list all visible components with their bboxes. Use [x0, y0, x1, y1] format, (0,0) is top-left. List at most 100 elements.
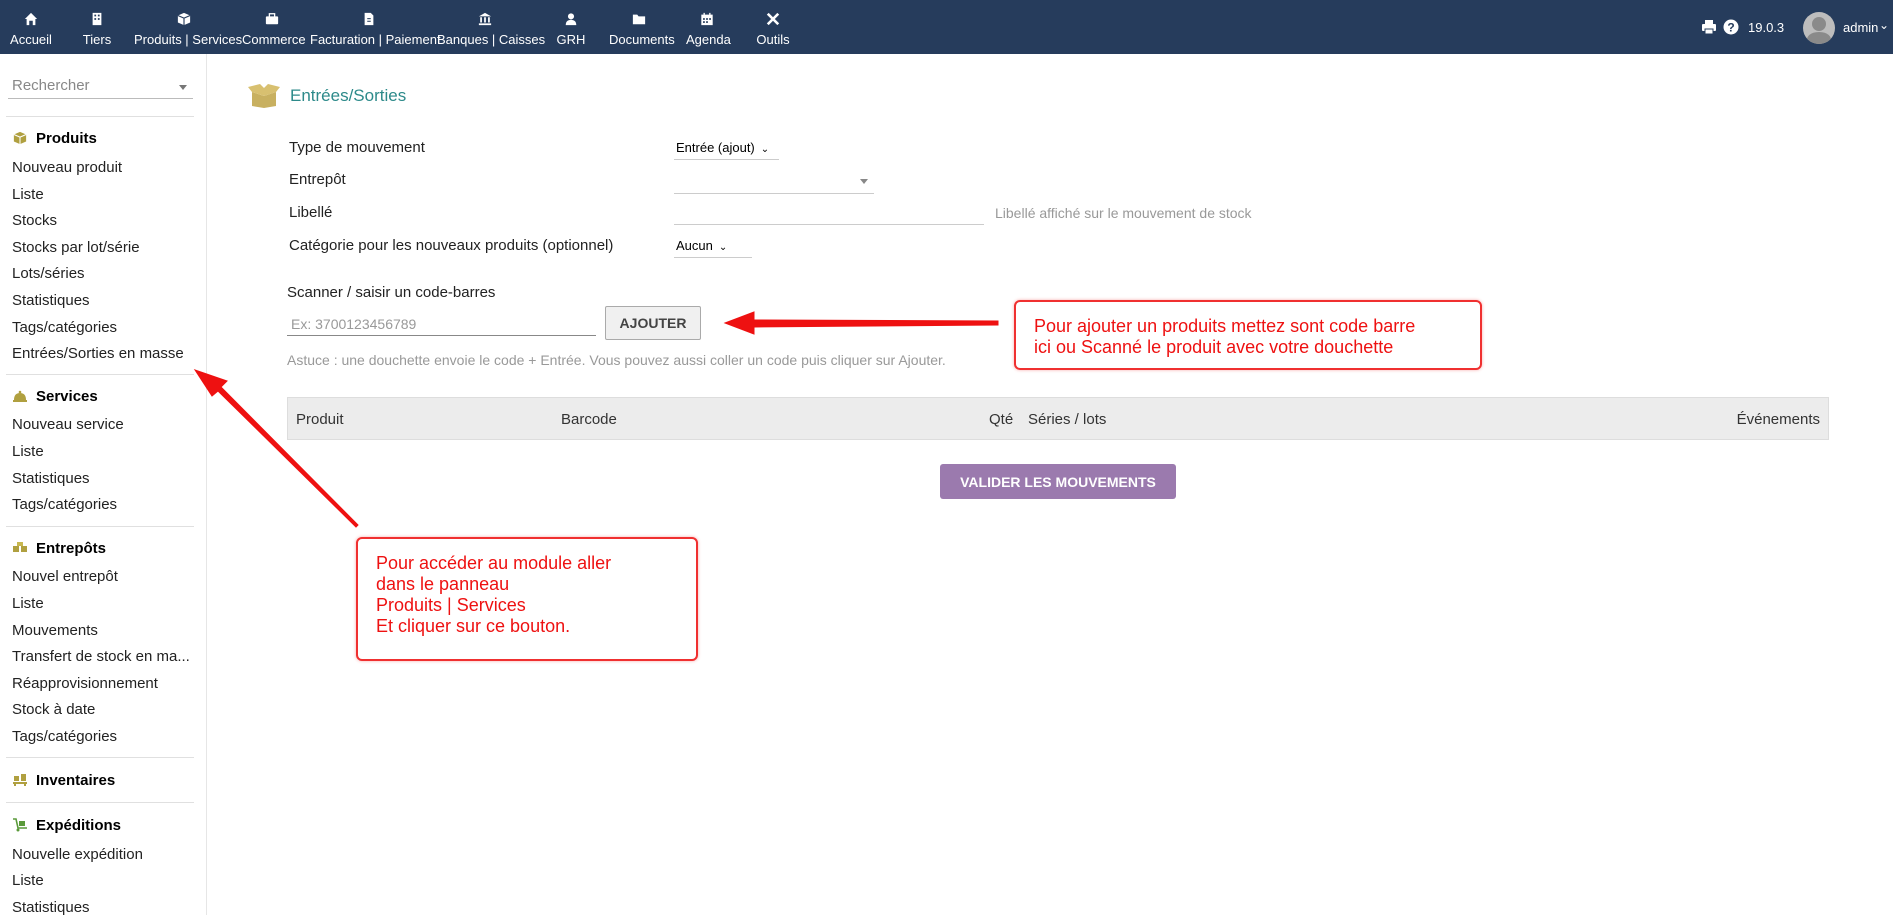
sidebar-item-statistiques-services[interactable]: Statistiques — [12, 470, 198, 487]
menu-documents[interactable]: Documents — [609, 8, 675, 52]
sidebar-item-statistiques-expeditions[interactable]: Statistiques — [12, 899, 198, 915]
section-title: Entrepôts — [36, 540, 107, 557]
col-barcode[interactable]: Barcode — [561, 411, 617, 428]
menu-annotation-callout: Pour accéder au module aller dans le pan… — [356, 537, 698, 661]
chevron-down-icon: ⌄ — [760, 144, 770, 155]
divider — [6, 526, 194, 527]
section-produits[interactable]: Produits — [12, 130, 97, 147]
scan-label: Scanner / saisir un code-barres — [287, 284, 496, 301]
section-expeditions[interactable]: Expéditions — [12, 817, 121, 834]
barcode-input[interactable] — [287, 312, 596, 336]
menu-label: Produits | Services — [134, 32, 243, 47]
sidebar-item-stocks[interactable]: Stocks — [12, 212, 198, 229]
tools-icon — [756, 12, 790, 32]
sidebar-item-liste-services[interactable]: Liste — [12, 443, 198, 460]
divider — [6, 116, 194, 117]
divider — [6, 757, 194, 758]
warehouse-select[interactable] — [674, 170, 874, 194]
category-select[interactable]: Aucun ⌄ — [674, 236, 752, 258]
sidebar-item-nouveau-produit[interactable]: Nouveau produit — [12, 159, 198, 176]
cube-icon — [134, 12, 234, 32]
sidebar-item-nouvelle-expedition[interactable]: Nouvelle expédition — [12, 846, 198, 863]
folder-icon — [609, 12, 669, 32]
sidebar-item-tags-produits[interactable]: Tags/catégories — [12, 319, 198, 336]
section-title: Services — [36, 388, 98, 405]
warehouse-label: Entrepôt — [289, 171, 346, 188]
menu-produits-services[interactable]: Produits | Services — [134, 8, 243, 52]
home-icon — [8, 12, 54, 32]
menu-grh[interactable]: GRH — [556, 8, 586, 52]
section-services[interactable]: Services — [12, 388, 98, 405]
chevron-down-icon: ⌄ — [718, 242, 728, 253]
add-button[interactable]: AJOUTER — [605, 306, 701, 340]
scan-tip: Astuce : une douchette envoie le code + … — [287, 352, 946, 368]
sidebar-item-transfert-stock[interactable]: Transfert de stock en ma... — [12, 648, 198, 665]
help-icon[interactable]: ? — [1723, 19, 1739, 38]
sidebar-item-tags-entrepots[interactable]: Tags/catégories — [12, 728, 198, 745]
callout-line: Pour accéder au module aller — [376, 553, 612, 573]
menu-label: Accueil — [10, 32, 52, 47]
divider — [6, 374, 194, 375]
top-navbar: Accueil Tiers Produits | Services Commer… — [0, 0, 1893, 54]
print-icon[interactable] — [1701, 19, 1717, 38]
libelle-input[interactable] — [674, 203, 984, 225]
chevron-down-icon[interactable]: ⌄ — [1879, 18, 1889, 32]
sidebar-search-select[interactable]: Rechercher — [8, 75, 193, 99]
open-box-icon — [248, 84, 280, 113]
sidebar-item-stocks-lot[interactable]: Stocks par lot/série — [12, 239, 198, 256]
menu-label: Facturation | Paiement — [310, 32, 441, 47]
annotation-arrows — [193, 311, 999, 528]
page-title-text: Entrées/Sorties — [290, 86, 407, 105]
sidebar-item-liste-expeditions[interactable]: Liste — [12, 872, 198, 889]
cube-icon — [12, 131, 28, 145]
menu-label: Tiers — [82, 32, 112, 47]
menu-label: Banques | Caisses — [437, 32, 546, 47]
sidebar-item-liste-produits[interactable]: Liste — [12, 186, 198, 203]
sidebar-item-liste-entrepots[interactable]: Liste — [12, 595, 198, 612]
col-evenements[interactable]: Événements — [1737, 411, 1820, 428]
divider — [6, 802, 194, 803]
libelle-label: Libellé — [289, 204, 333, 221]
movement-type-select[interactable]: Entrée (ajout) ⌄ — [674, 138, 779, 160]
movement-type-label: Type de mouvement — [289, 139, 425, 156]
bell-icon — [12, 389, 28, 403]
menu-agenda[interactable]: Agenda — [686, 8, 731, 52]
caret-down-icon — [179, 85, 187, 90]
section-entrepots[interactable]: Entrepôts — [12, 540, 106, 557]
col-series-lots[interactable]: Séries / lots — [1028, 411, 1106, 428]
menu-outils[interactable]: Outils — [756, 8, 790, 52]
sidebar-item-tags-services[interactable]: Tags/catégories — [12, 496, 198, 513]
sidebar-item-mouvements[interactable]: Mouvements — [12, 622, 198, 639]
menu-home[interactable]: Accueil — [8, 8, 54, 52]
sidebar-item-nouveau-service[interactable]: Nouveau service — [12, 416, 198, 433]
sidebar-item-nouvel-entrepot[interactable]: Nouvel entrepôt — [12, 568, 198, 585]
menu-facturation[interactable]: Facturation | Paiement — [310, 8, 441, 52]
briefcase-icon — [242, 12, 302, 32]
menu-tiers[interactable]: Tiers — [80, 8, 114, 52]
barcode-annotation-callout: Pour ajouter un produits mettez sont cod… — [1014, 300, 1482, 370]
movements-table-header: Produit Barcode Qté Séries / lots Événem… — [287, 397, 1829, 440]
sidebar-item-stock-a-date[interactable]: Stock à date — [12, 701, 198, 718]
section-inventaires[interactable]: Inventaires — [12, 772, 115, 789]
section-title: Produits — [36, 130, 97, 147]
dolly-icon — [12, 818, 28, 832]
sidebar-item-statistiques-produits[interactable]: Statistiques — [12, 292, 198, 309]
svg-text:?: ? — [1727, 21, 1734, 35]
menu-commerce[interactable]: Commerce — [242, 8, 306, 52]
callout-line: ici ou Scanné le produit avec votre douc… — [1034, 337, 1394, 357]
user-icon — [556, 12, 586, 32]
sidebar-item-entrees-sorties-masse[interactable]: Entrées/Sorties en masse — [12, 345, 198, 362]
menu-label: GRH — [556, 32, 586, 47]
bank-icon — [437, 12, 533, 32]
col-produit[interactable]: Produit — [296, 411, 344, 428]
user-name[interactable]: admin — [1843, 20, 1878, 35]
sidebar-item-lots-series[interactable]: Lots/séries — [12, 265, 198, 282]
sidebar-item-reapprovisionnement[interactable]: Réapprovisionnement — [12, 675, 198, 692]
menu-label: Agenda — [686, 32, 731, 47]
movement-type-value: Entrée (ajout) — [676, 140, 755, 155]
validate-movements-button[interactable]: VALIDER LES MOUVEMENTS — [940, 464, 1176, 499]
avatar[interactable] — [1803, 12, 1835, 44]
callout-line: Et cliquer sur ce bouton. — [376, 616, 571, 636]
menu-banques[interactable]: Banques | Caisses — [437, 8, 546, 52]
col-qte[interactable]: Qté — [989, 411, 1013, 428]
